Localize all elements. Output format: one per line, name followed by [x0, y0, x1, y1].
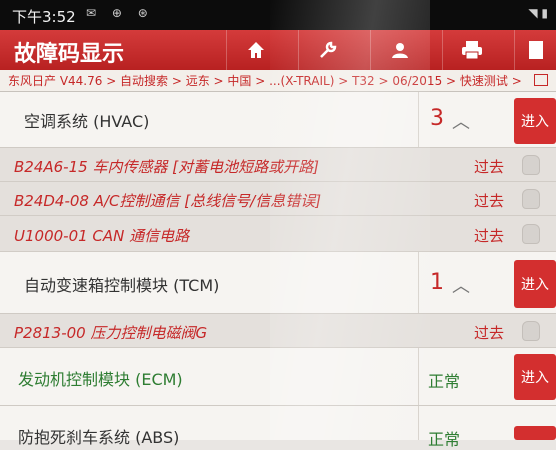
fault-code-status: 过去	[474, 324, 505, 342]
fault-code-row[interactable]: B24D4-08 A/C控制通信 [总线信号/信息错误] 过去	[0, 182, 556, 216]
user-icon	[392, 43, 408, 58]
fault-code-text: B24A6-15 车内传感器 [对蓄电池短路或开路]	[14, 158, 319, 176]
enter-button[interactable]	[514, 426, 556, 440]
system-name: 防抱死刹车系统 (ABS)	[18, 428, 180, 447]
tools-button[interactable]	[298, 30, 357, 70]
home-button[interactable]	[226, 30, 285, 70]
status-bar: 下午3:52 ✉ ⊕ ⊛ ◥ ▮	[0, 0, 556, 30]
system-row-abs[interactable]: 防抱死刹车系统 (ABS) 正常	[0, 406, 556, 449]
app-header: 故障码显示	[0, 30, 556, 70]
user-button[interactable]	[370, 30, 429, 70]
enter-button[interactable]: 进入	[514, 98, 556, 144]
hand-pointer-icon[interactable]	[522, 224, 540, 244]
page-title: 故障码显示	[14, 42, 125, 67]
fault-count: 3	[430, 106, 444, 131]
fault-code-status: 过去	[474, 158, 505, 176]
system-status: 正常	[428, 430, 461, 449]
enter-button[interactable]: 进入	[514, 354, 556, 400]
enter-button[interactable]: 进入	[514, 260, 556, 308]
fault-code-row[interactable]: B24A6-15 车内传感器 [对蓄电池短路或开路] 过去	[0, 148, 556, 182]
fault-code-text: U1000-01 CAN 通信电路	[14, 227, 190, 245]
breadcrumb: 东风日产 V44.76 > 自动搜索 > 远东 > 中国 > ...(X-TRA…	[0, 70, 556, 92]
hand-pointer-icon[interactable]	[522, 189, 540, 209]
document-icon	[529, 41, 543, 59]
clock: 下午3:52	[12, 8, 76, 26]
fault-code-status: 过去	[474, 192, 505, 210]
system-name: 自动变速箱控制模块 (TCM)	[24, 276, 220, 295]
notification-icons: ✉ ⊕ ⊛	[86, 6, 154, 20]
system-name: 空调系统 (HVAC)	[24, 112, 150, 131]
system-row-tcm[interactable]: 自动变速箱控制模块 (TCM) 1 ︿ 进入	[0, 252, 556, 314]
fault-code-row[interactable]: U1000-01 CAN 通信电路 过去	[0, 216, 556, 252]
breadcrumb-text: 东风日产 V44.76 > 自动搜索 > 远东 > 中国 > ...(X-TRA…	[8, 74, 522, 88]
fault-code-text: P2813-00 压力控制电磁阀G	[14, 324, 208, 342]
print-icon	[462, 41, 482, 60]
chevron-up-icon[interactable]: ︿	[452, 272, 470, 298]
fault-count: 1	[430, 270, 444, 295]
divider	[418, 252, 419, 313]
fault-code-row[interactable]: P2813-00 压力控制电磁阀G 过去	[0, 314, 556, 348]
system-row-ecm[interactable]: 发动机控制模块 (ECM) 正常 进入	[0, 348, 556, 406]
fault-code-text: B24D4-08 A/C控制通信 [总线信号/信息错误]	[14, 192, 322, 210]
fault-code-status: 过去	[474, 227, 505, 245]
wifi-icon: ◥ ▮	[528, 6, 548, 20]
system-status: 正常	[428, 372, 461, 391]
system-name: 发动机控制模块 (ECM)	[18, 370, 183, 389]
chevron-up-icon[interactable]: ︿	[452, 108, 470, 134]
divider	[418, 406, 419, 440]
breadcrumb-menu-icon[interactable]	[534, 74, 548, 86]
divider	[418, 92, 419, 147]
system-row-hvac[interactable]: 空调系统 (HVAC) 3 ︿ 进入	[0, 92, 556, 148]
hand-pointer-icon[interactable]	[522, 155, 540, 175]
divider	[418, 348, 419, 405]
more-button[interactable]	[514, 30, 556, 70]
print-button[interactable]	[442, 30, 501, 70]
hand-pointer-icon[interactable]	[522, 321, 540, 341]
home-icon	[248, 42, 264, 58]
tools-icon	[320, 41, 337, 58]
